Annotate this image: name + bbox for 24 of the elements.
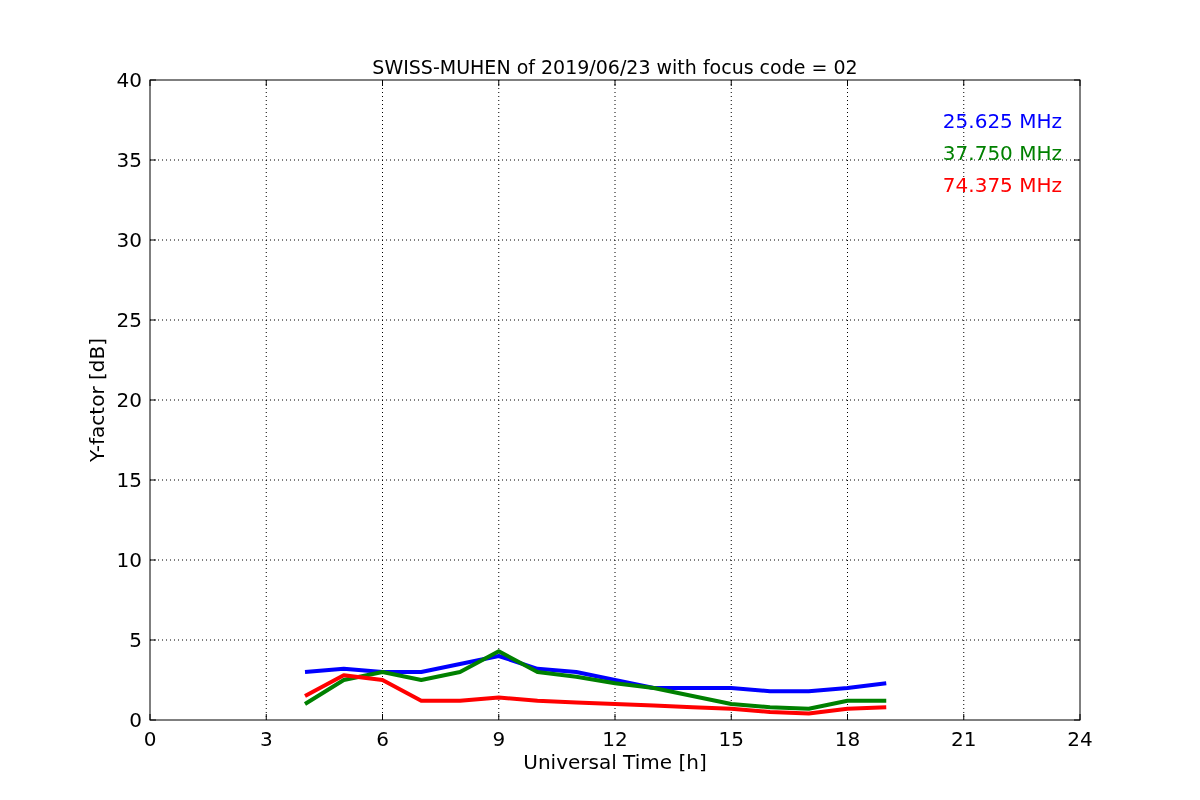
x-tick-label: 3 — [259, 727, 273, 751]
y-tick-label: 35 — [116, 148, 142, 172]
y-tick-label: 15 — [116, 468, 142, 492]
legend-label: 25.625 MHz — [942, 109, 1062, 133]
y-tick-label: 10 — [116, 548, 142, 572]
legend-label: 74.375 MHz — [942, 173, 1062, 197]
x-tick-label: 12 — [602, 727, 628, 751]
x-tick-label: 15 — [718, 727, 744, 751]
x-axis-title: Universal Time [h] — [523, 750, 707, 774]
x-tick-label: 18 — [834, 727, 861, 751]
y-tick-label: 0 — [129, 708, 142, 732]
y-tick-label: 30 — [116, 228, 142, 252]
chart-title: SWISS-MUHEN of 2019/06/23 with focus code = 02 — [372, 56, 858, 78]
legend-label: 37.750 MHz — [942, 141, 1062, 165]
x-tick-label: 24 — [1067, 727, 1093, 751]
y-tick-label: 5 — [129, 628, 142, 652]
y-axis-title: Y-factor [dB] — [85, 338, 109, 462]
x-tick-label: 9 — [492, 727, 506, 751]
x-tick-label: 0 — [143, 727, 157, 751]
y-tick-label: 20 — [116, 388, 142, 412]
x-tick-label: 6 — [376, 727, 389, 751]
y-tick-label: 40 — [116, 68, 142, 92]
y-tick-label: 25 — [116, 308, 142, 332]
x-tick-label: 21 — [951, 727, 977, 751]
